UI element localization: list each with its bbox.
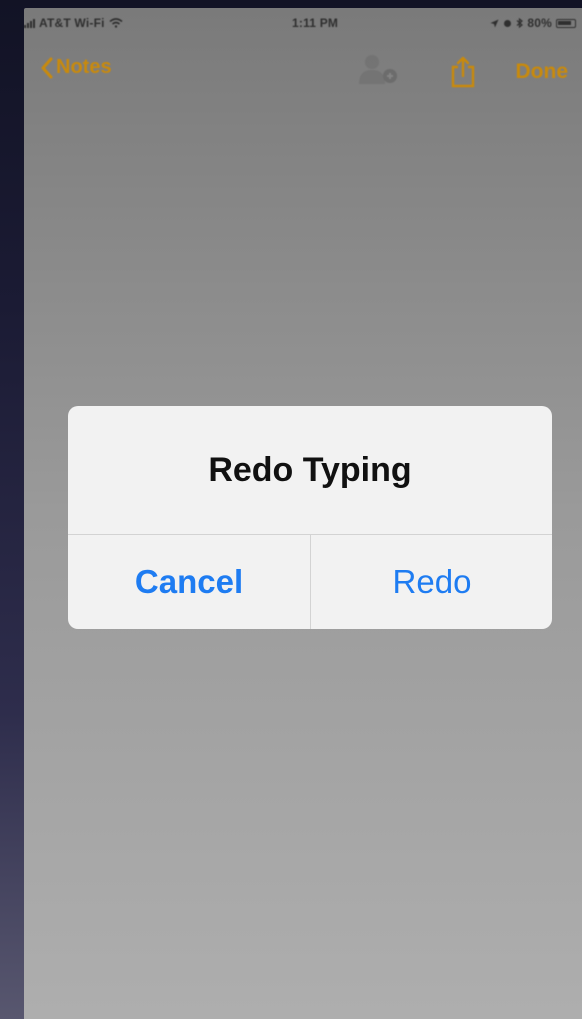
- alarm-icon: [504, 19, 512, 27]
- carrier-label: AT&T Wi-Fi: [39, 16, 105, 30]
- battery-percent: 80%: [527, 16, 552, 30]
- status-bar: AT&T Wi-Fi 1:11 PM 80%: [24, 8, 582, 40]
- redo-button[interactable]: Redo: [311, 535, 552, 629]
- alert-title: Redo Typing: [208, 450, 412, 489]
- battery-icon: [556, 18, 576, 28]
- share-icon[interactable]: [450, 56, 476, 88]
- back-button[interactable]: Notes: [40, 56, 112, 79]
- status-time: 1:11 PM: [292, 16, 339, 30]
- wifi-icon: [109, 18, 123, 28]
- status-left: AT&T Wi-Fi: [24, 16, 123, 30]
- redo-typing-alert: Redo Typing Cancel Redo: [68, 406, 552, 629]
- add-people-icon[interactable]: [356, 52, 402, 86]
- nav-bar: Notes Done: [24, 44, 582, 94]
- bluetooth-icon: [516, 18, 524, 28]
- signal-icon: [24, 18, 35, 28]
- status-right: 80%: [490, 16, 576, 30]
- back-label: Notes: [56, 56, 112, 78]
- location-icon: [490, 19, 499, 27]
- phone-screen: AT&T Wi-Fi 1:11 PM 80% Notes Done Redo T…: [24, 8, 582, 1019]
- screenshot-frame: AT&T Wi-Fi 1:11 PM 80% Notes Done Redo T…: [0, 0, 582, 1019]
- cancel-button[interactable]: Cancel: [68, 535, 310, 629]
- back-chevron-icon: [41, 57, 53, 78]
- done-button[interactable]: Done: [516, 60, 569, 84]
